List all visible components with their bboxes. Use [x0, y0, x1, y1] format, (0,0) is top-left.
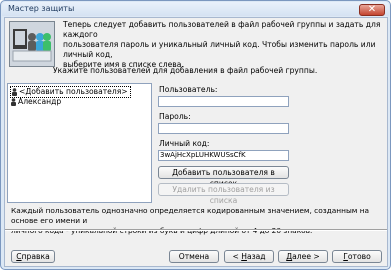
add-user-button[interactable]: Добавить пользователя в список — [158, 166, 289, 188]
close-icon: ✕ — [367, 4, 377, 15]
close-button[interactable]: ✕ — [359, 4, 385, 16]
help-button[interactable]: Справка — [11, 250, 55, 263]
user-icon — [11, 98, 16, 106]
security-wizard-illustration-icon — [9, 21, 55, 67]
intro-text: Теперь следует добавить пользователей в … — [63, 20, 383, 70]
footnote-line: Каждый пользователь однозначно определяе… — [11, 206, 370, 225]
intro-line: Теперь следует добавить пользователей в … — [63, 20, 381, 39]
help-label: правка — [21, 252, 50, 261]
personal-id-field[interactable]: 3wAjHcXpLUHKWUSsCfK — [158, 150, 289, 161]
window-title: Мастер защиты — [8, 4, 75, 13]
users-listbox[interactable]: <Добавить пользователя> Александр — [7, 83, 152, 203]
title-bar: Мастер защиты ✕ — [2, 2, 389, 16]
next-button[interactable]: Далее > — [278, 250, 328, 263]
finish-label: отово — [347, 252, 371, 261]
instruction-text: Укажите пользователей для добавления в ф… — [53, 66, 318, 75]
back-button[interactable]: < Назад — [224, 250, 274, 263]
next-label: алее > — [292, 252, 320, 261]
user-icon — [12, 88, 17, 96]
remove-user-button[interactable]: Удалить пользователя из списка — [158, 183, 289, 205]
personal-id-label: Личный код: — [159, 139, 210, 148]
password-field[interactable] — [158, 123, 289, 134]
footnote-line: личного кода - уникальной строки из букв… — [11, 226, 313, 235]
back-prefix: < — [232, 252, 242, 261]
wizard-window: Мастер защиты ✕ Теперь следует добавить … — [0, 0, 391, 270]
cancel-button[interactable]: Отмена — [169, 250, 219, 263]
back-label: азад — [246, 252, 266, 261]
wizard-page: Теперь следует добавить пользователей в … — [4, 17, 388, 267]
list-item[interactable]: Александр — [10, 97, 61, 107]
user-name-label: Пользователь: — [159, 85, 218, 94]
password-label: Пароль: — [159, 112, 191, 121]
separator — [5, 229, 387, 231]
finish-button[interactable]: Готово — [332, 250, 382, 263]
list-item-label: <Добавить пользователя> — [19, 87, 128, 96]
list-item-label: Александр — [18, 97, 62, 106]
intro-line: пользователя пароль и уникальный личный … — [63, 40, 376, 59]
footnote-text: Каждый пользователь однозначно определяе… — [11, 206, 383, 236]
user-name-field[interactable] — [158, 96, 289, 107]
